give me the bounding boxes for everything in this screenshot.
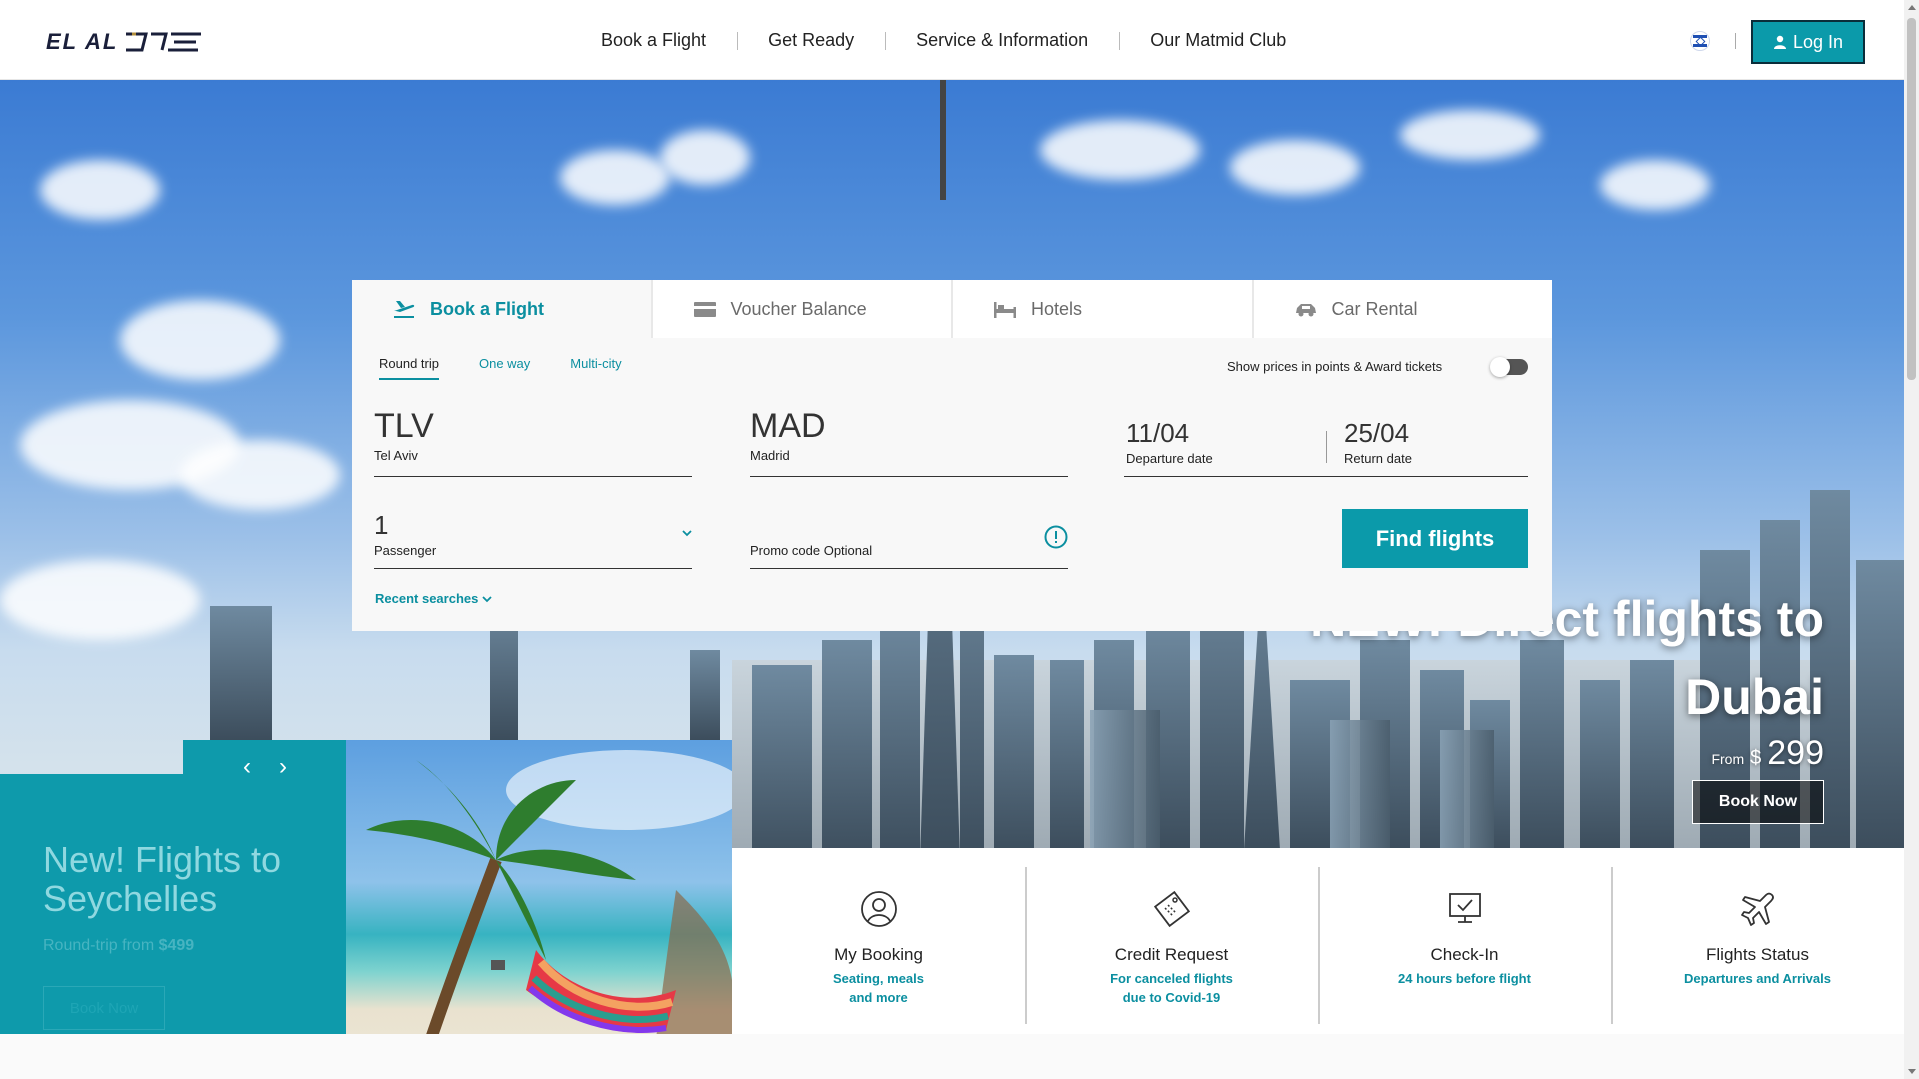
passenger-count: 1 <box>374 510 389 540</box>
plane-takeoff-icon <box>394 301 415 318</box>
user-circle-icon <box>860 891 897 927</box>
promo-code-placeholder: Promo code Optional <box>750 543 873 558</box>
trip-multi-city[interactable]: Multi-city <box>570 356 621 380</box>
bed-icon <box>994 302 1016 318</box>
plane-icon <box>1740 892 1774 926</box>
quick-link-my-booking[interactable]: My Booking Seating, meals and more <box>732 848 1025 1034</box>
el-al-logo[interactable]: EL AL <box>46 30 206 54</box>
destination-field[interactable]: MAD Madrid <box>750 409 1068 477</box>
recent-searches-toggle[interactable]: Recent searches <box>375 591 492 606</box>
passenger-selector[interactable]: 1 Passenger <box>374 509 692 569</box>
departure-date-value: 11/04 <box>1126 418 1190 448</box>
promo-from-label: From <box>1711 751 1745 767</box>
quick-link-credit-request[interactable]: Credit Request For canceled flights due … <box>1025 848 1318 1034</box>
monitor-check-icon <box>1448 893 1481 923</box>
chevron-down-icon <box>682 530 692 537</box>
info-icon[interactable] <box>1044 525 1068 549</box>
tab-hotels-label: Hotels <box>1031 298 1083 319</box>
page-scrollbar[interactable] <box>1904 0 1919 1079</box>
return-date[interactable]: 25/04 Return date <box>1344 420 1412 466</box>
tab-book-flight[interactable]: Book a Flight <box>352 280 653 338</box>
tab-hotels[interactable]: Hotels <box>953 280 1254 338</box>
origin-code: TLV <box>374 407 434 445</box>
car-icon <box>1295 304 1316 317</box>
destination-city: Madrid <box>750 448 790 463</box>
check-in-title: Check-In <box>1430 945 1499 964</box>
nav-book-flight[interactable]: Book a Flight <box>570 30 737 51</box>
date-divider <box>1326 431 1327 463</box>
scroll-up-icon[interactable] <box>1908 5 1916 10</box>
destination-code: MAD <box>750 407 826 445</box>
promo-price: From $299 <box>1310 734 1824 773</box>
departure-date[interactable]: 11/04 Departure date <box>1126 420 1213 466</box>
credit-request-subtitle: For canceled flights due to Covid-19 <box>1110 971 1233 1005</box>
tab-voucher-balance-label: Voucher Balance <box>730 298 867 319</box>
quick-links: My Booking Seating, meals and more Credi… <box>732 848 1904 1034</box>
book-now-seychelles-button[interactable]: Book Now <box>43 986 165 1030</box>
credit-request-title: Credit Request <box>1114 945 1229 964</box>
seychelles-title: New! Flights to Seychelles <box>43 839 282 919</box>
promo-code-field[interactable]: Promo code Optional <box>750 509 1068 569</box>
my-booking-subtitle: Seating, meals and more <box>832 971 925 1005</box>
ticket-icon <box>1153 890 1190 928</box>
booking-panel: Book a Flight Voucher Balance Hotels Car… <box>352 280 1552 631</box>
departure-date-label: Departure date <box>1126 451 1213 466</box>
promo-currency: $ <box>1750 747 1762 769</box>
return-date-label: Return date <box>1344 451 1412 466</box>
find-flights-button[interactable]: Find flights <box>1342 509 1528 568</box>
tab-car-rental[interactable]: Car Rental <box>1253 280 1552 338</box>
nav-service-information[interactable]: Service & Information <box>885 30 1119 51</box>
nav-get-ready[interactable]: Get Ready <box>737 30 885 51</box>
scrollbar-thumb[interactable] <box>1907 18 1916 380</box>
award-tickets-toggle[interactable] <box>1490 357 1528 377</box>
tab-book-flight-label: Book a Flight <box>430 298 544 319</box>
login-button[interactable]: Log In <box>1751 20 1865 64</box>
scroll-down-icon[interactable] <box>1908 1069 1916 1074</box>
login-label: Log In <box>1792 31 1844 52</box>
trip-round-trip[interactable]: Round trip <box>379 356 439 380</box>
wallet-icon <box>693 302 716 317</box>
passenger-label: Passenger <box>374 543 437 558</box>
check-in-subtitle: 24 hours before flight <box>1398 971 1531 986</box>
chevron-down-icon <box>482 595 492 602</box>
promo-title-line2: Dubai <box>1685 669 1824 725</box>
trip-type-selector: Round trip One way Multi-city <box>379 356 622 380</box>
tab-voucher-balance[interactable]: Voucher Balance <box>652 280 953 338</box>
return-date-value: 25/04 <box>1344 418 1410 448</box>
seychelles-subtitle: Round-trip from $499 <box>43 937 195 954</box>
seychelles-promo: New! Flights to Seychelles Round-trip fr… <box>0 774 346 1034</box>
origin-city: Tel Aviv <box>374 448 418 463</box>
israel-flag-icon[interactable] <box>1690 31 1710 51</box>
seychelles-beach-image <box>346 740 732 1034</box>
header-divider <box>1735 33 1736 49</box>
flights-status-subtitle: Departures and Arrivals <box>1684 971 1831 986</box>
svg-text:EL AL: EL AL <box>46 30 118 54</box>
recent-searches-label: Recent searches <box>375 591 479 606</box>
award-tickets-label: Show prices in points & Award tickets <box>1227 359 1443 374</box>
origin-field[interactable]: TLV Tel Aviv <box>374 409 692 477</box>
nav-matmid-club[interactable]: Our Matmid Club <box>1119 30 1317 51</box>
book-now-dubai-button[interactable]: Book Now <box>1692 780 1824 824</box>
site-header: EL AL Book a Flight Get Ready Service & … <box>0 0 1904 80</box>
quick-link-flights-status[interactable]: Flights Status Departures and Arrivals <box>1611 848 1904 1034</box>
my-booking-title: My Booking <box>834 945 923 964</box>
trip-one-way[interactable]: One way <box>479 356 530 380</box>
main-nav: Book a Flight Get Ready Service & Inform… <box>570 0 1317 80</box>
user-icon <box>1773 35 1786 49</box>
promo-amount: 299 <box>1767 734 1824 772</box>
booking-tabs: Book a Flight Voucher Balance Hotels Car… <box>352 280 1552 338</box>
quick-link-check-in[interactable]: Check-In 24 hours before flight <box>1318 848 1611 1034</box>
flights-status-title: Flights Status <box>1706 945 1809 964</box>
tab-car-rental-label: Car Rental <box>1331 298 1418 319</box>
